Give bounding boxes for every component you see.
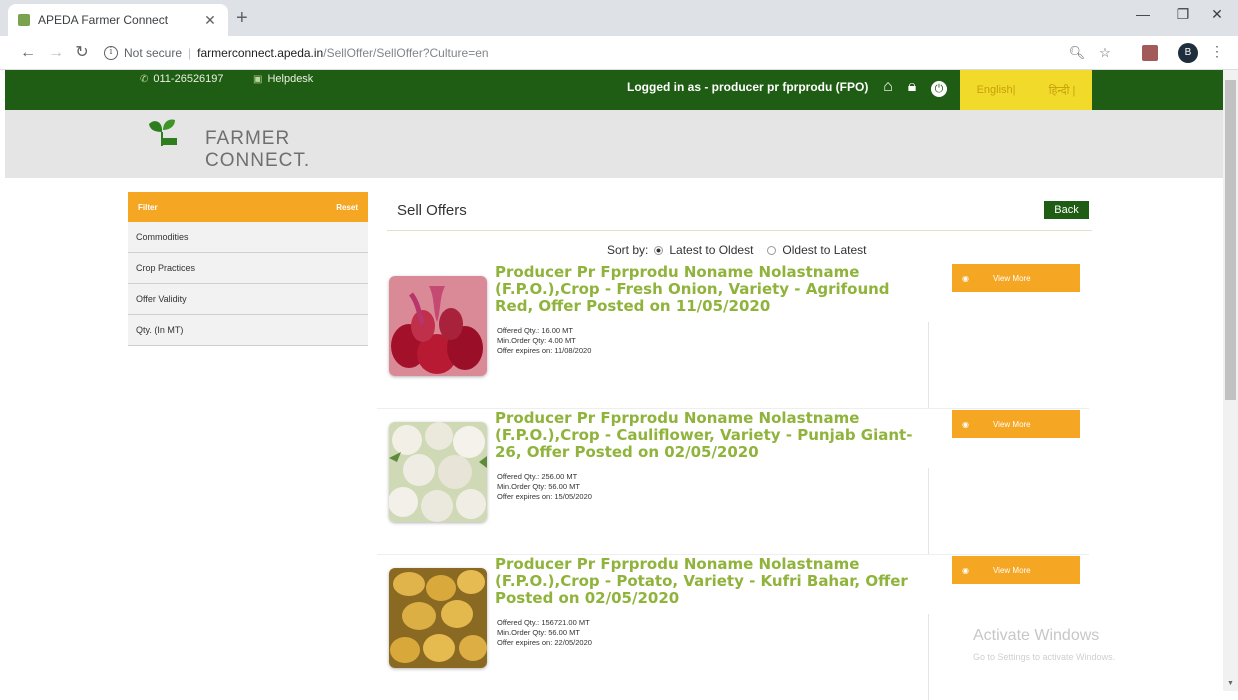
offer-expiry: Offer expires on: 22/05/2020	[497, 638, 592, 647]
filter-label: Filter	[138, 202, 158, 212]
view-more-label: View More	[992, 419, 1031, 429]
view-more-label: View More	[992, 273, 1031, 283]
info-icon[interactable]: i	[104, 46, 118, 60]
minimize-icon[interactable]: —	[1128, 6, 1158, 22]
min-order-qty: Min.Order Qty: 56.00 MT	[497, 628, 580, 637]
sort-label: Sort by:	[607, 243, 649, 257]
activate-windows-hint: Go to Settings to activate Windows.	[973, 652, 1116, 662]
min-order-qty: Min.Order Qty: 4.00 MT	[497, 336, 576, 345]
logo-leaf-icon[interactable]	[145, 116, 179, 150]
page-title: Sell Offers	[397, 202, 467, 219]
close-tab-icon[interactable]: ✕	[202, 12, 218, 29]
card-divider	[928, 614, 929, 700]
favicon-icon	[18, 14, 30, 26]
potato-image	[389, 568, 487, 668]
lang-english-link[interactable]: English|	[977, 84, 1016, 96]
helpdesk-link[interactable]: ▣ Helpdesk	[253, 73, 313, 85]
url-field[interactable]: i Not secure | farmerconnect.apeda.in /S…	[104, 41, 1064, 65]
offered-qty: Offered Qty.: 256.00 MT	[497, 472, 578, 481]
phone-icon: ✆	[140, 73, 149, 85]
offer-card: Producer Pr Fprprodu Noname Nolastname (…	[377, 408, 1092, 554]
browser-tab[interactable]: APEDA Farmer Connect ✕	[8, 4, 228, 36]
profile-avatar[interactable]: B	[1178, 43, 1198, 63]
eye-icon: ◉	[962, 565, 969, 575]
view-more-button[interactable]: ◉ View More	[952, 410, 1080, 438]
title-divider	[387, 230, 1092, 231]
eye-icon: ◉	[962, 419, 969, 429]
url-domain: farmerconnect.apeda.in	[197, 46, 324, 60]
site-top-bar: ✆ 011-26526197 ▣ Helpdesk Logged in as -…	[5, 70, 1223, 110]
filter-item-qty[interactable]: Qty. (In MT)	[128, 315, 368, 346]
sort-latest-radio[interactable]	[654, 245, 664, 255]
filter-item-crop-practices[interactable]: Crop Practices	[128, 253, 368, 284]
logo-line-2: CONNECT.	[205, 150, 311, 171]
filter-item-commodities[interactable]: Commodities	[128, 222, 368, 253]
activate-windows-watermark: Activate Windows	[973, 627, 1100, 644]
lang-hindi-link[interactable]: हिन्दी |	[1049, 83, 1076, 98]
bookmark-star-icon[interactable]: ☆	[1096, 45, 1114, 61]
offered-qty: Offered Qty.: 156721.00 MT	[497, 618, 590, 627]
filter-header: Filter Reset	[128, 192, 368, 222]
url-path: /SellOffer/SellOffer?Culture=en	[323, 46, 489, 60]
cauliflower-image	[389, 422, 487, 522]
logged-in-label: Logged in as - producer pr fprprodu (FPO…	[627, 80, 869, 94]
sort-latest-label[interactable]: Latest to Oldest	[669, 243, 753, 257]
home-icon[interactable]: ⌂	[879, 78, 897, 96]
offer-expiry: Offer expires on: 15/05/2020	[497, 492, 592, 501]
lock-icon[interactable]: 🔒︎	[903, 78, 921, 96]
url-separator: |	[188, 46, 192, 60]
offer-title[interactable]: Producer Pr Fprprodu Noname Nolastname (…	[495, 410, 925, 461]
min-order-qty: Min.Order Qty: 56.00 MT	[497, 482, 580, 491]
offer-expiry: Offer expires on: 11/08/2020	[497, 346, 592, 355]
close-window-icon[interactable]: ✕	[1202, 6, 1232, 23]
logout-icon[interactable]: ⏻	[931, 81, 947, 97]
helpdesk-icon: ▣	[253, 73, 263, 85]
logo-line-1: FARMER	[205, 128, 291, 149]
browser-tab-bar: APEDA Farmer Connect ✕ + — ❐ ✕	[0, 0, 1238, 36]
maximize-icon[interactable]: ❐	[1168, 6, 1198, 23]
address-bar-row: ← → ↻ i Not secure | farmerconnect.apeda…	[0, 36, 1238, 70]
new-tab-button[interactable]: +	[236, 8, 248, 28]
eye-icon: ◉	[962, 273, 969, 283]
offer-card: Producer Pr Fprprodu Noname Nolastname (…	[387, 262, 1092, 408]
offered-qty: Offered Qty.: 16.00 MT	[497, 326, 574, 335]
back-arrow-icon[interactable]: ←	[18, 44, 38, 62]
view-more-label: View More	[992, 565, 1031, 575]
scroll-down-icon[interactable]: ▼	[1227, 680, 1234, 687]
filter-sidebar: Filter Reset Commodities Crop Practices …	[128, 192, 368, 346]
forward-arrow-icon[interactable]: →	[46, 44, 66, 62]
phone-number: 011-26526197	[153, 73, 224, 85]
card-divider	[928, 322, 929, 408]
scrollbar-thumb[interactable]	[1225, 80, 1236, 400]
logo-wordmark[interactable]: FARMER CONNECT.	[205, 128, 310, 172]
onion-image	[389, 276, 487, 376]
helpdesk-label: Helpdesk	[267, 73, 314, 85]
sort-oldest-label[interactable]: Oldest to Latest	[782, 243, 866, 257]
phone-contact[interactable]: ✆ 011-26526197	[140, 73, 224, 85]
extension-icon[interactable]	[1142, 45, 1158, 61]
card-divider	[928, 468, 929, 554]
brand-bar: FARMER CONNECT.	[5, 110, 1223, 178]
view-more-button[interactable]: ◉ View More	[952, 264, 1080, 292]
back-button[interactable]: Back	[1044, 201, 1089, 219]
offer-title[interactable]: Producer Pr Fprprodu Noname Nolastname (…	[495, 556, 925, 607]
tab-title: APEDA Farmer Connect	[38, 13, 169, 27]
reset-link[interactable]: Reset	[336, 203, 358, 212]
reload-icon[interactable]: ↻	[72, 44, 92, 62]
sort-controls: Sort by: Latest to Oldest Oldest to Late…	[607, 243, 866, 257]
filter-item-offer-validity[interactable]: Offer Validity	[128, 284, 368, 315]
offer-title[interactable]: Producer Pr Fprprodu Noname Nolastname (…	[495, 264, 925, 315]
view-more-button[interactable]: ◉ View More	[952, 556, 1080, 584]
browser-menu-icon[interactable]: ⋮	[1210, 43, 1224, 60]
not-secure-label: Not secure	[124, 46, 183, 60]
sort-oldest-radio[interactable]	[767, 245, 777, 255]
zoom-icon[interactable]: 🔍︎	[1068, 45, 1086, 61]
language-switcher: English| हिन्दी |	[960, 70, 1092, 110]
